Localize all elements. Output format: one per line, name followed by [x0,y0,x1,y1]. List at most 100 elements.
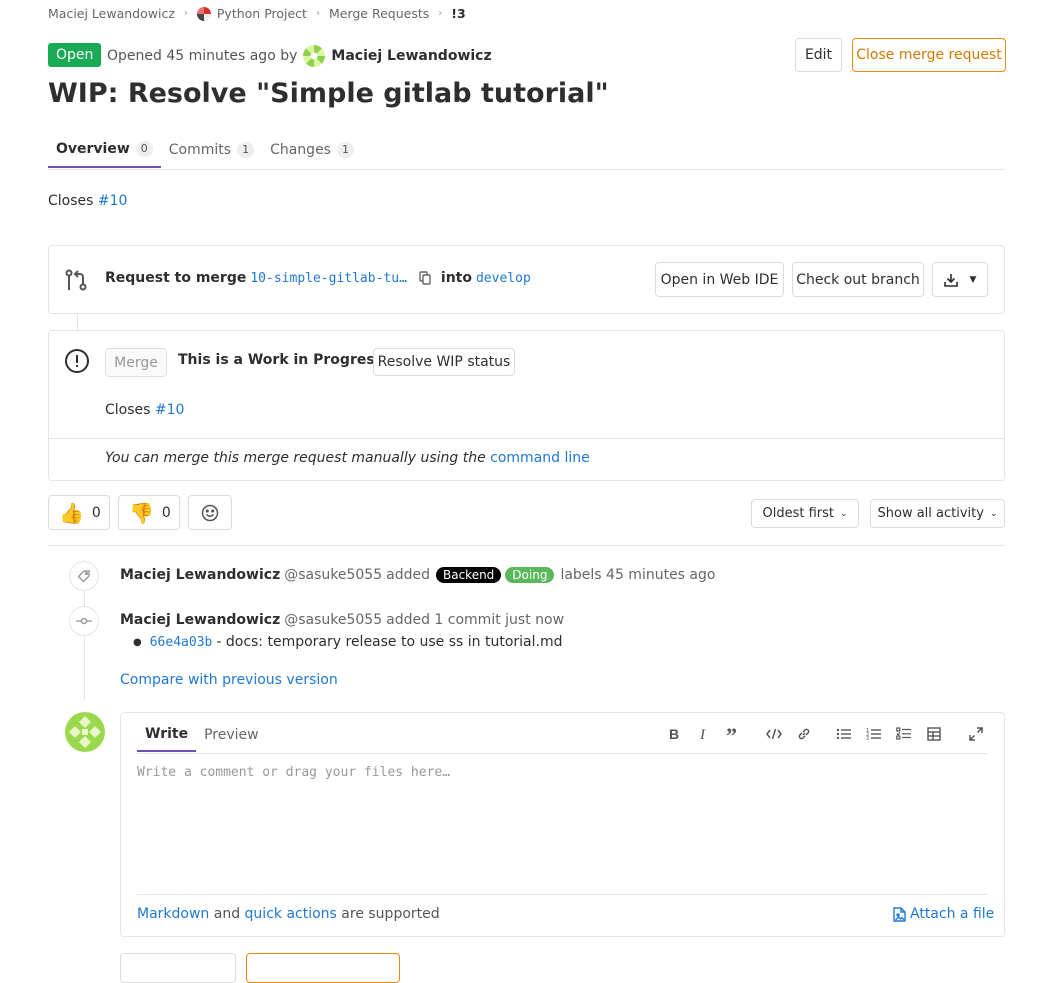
quote-icon[interactable]: ” [719,724,749,744]
code-icon[interactable] [759,724,789,744]
closes-text: Closes [48,193,94,209]
activity-filter-label: Show all activity [877,506,984,521]
label-badge[interactable]: Backend [435,567,502,583]
note-handle[interactable]: @sasuke5055 [284,612,382,628]
widget-divider [49,438,1004,439]
attach-file-button[interactable]: Attach a file [893,906,994,922]
opened-text: Opened 45 minutes ago by [107,48,298,64]
merge-button[interactable]: Merge [105,348,167,377]
breadcrumb-merge-requests[interactable]: Merge Requests [329,6,429,21]
fullscreen-icon[interactable] [961,724,991,744]
bold-icon[interactable]: B [659,724,689,744]
compare-versions-link[interactable]: Compare with previous version [120,672,338,688]
note-author[interactable]: Maciej Lewandowicz [120,567,280,583]
into-label: into [440,270,472,286]
target-branch-link[interactable]: develop [476,271,531,286]
tab-commits[interactable]: Commits 1 [161,132,262,168]
system-note-labels: Maciej Lewandowicz @sasuke5055 added Bac… [120,567,715,583]
tab-label: Commits [168,142,232,158]
check-out-branch-button[interactable]: Check out branch [792,262,924,297]
tab-write[interactable]: Write [137,718,197,752]
close-merge-request-button[interactable]: Close merge request [852,38,1006,72]
note-author[interactable]: Maciej Lewandowicz [120,612,280,628]
note-handle[interactable]: @sasuke5055 [284,567,382,583]
bullet-list-icon[interactable] [829,724,859,744]
smiley-icon [201,504,219,522]
tab-count: 1 [237,142,255,158]
closes-text: Closes [105,402,151,418]
commit-sha-link[interactable]: 66e4a03b [150,635,213,650]
warning-icon [64,348,90,378]
note-action: added [386,567,430,583]
breadcrumb-user[interactable]: Maciej Lewandowicz [48,6,175,21]
chevron-right-icon: › [183,8,188,19]
label-event-icon [69,561,99,591]
request-label: Request to merge [105,270,247,286]
close-merge-request-bottom-button[interactable] [246,953,400,983]
manual-merge-note: You can merge this merge request manuall… [105,450,590,466]
add-reaction-button[interactable] [188,495,232,530]
current-user-avatar[interactable] [65,712,105,752]
chevron-right-icon: › [438,8,443,19]
edit-button[interactable]: Edit [795,38,842,72]
tab-count: 0 [135,141,153,157]
wip-text: This is a Work in Progress [178,352,384,368]
download-icon [943,273,958,287]
command-line-link[interactable]: command line [490,450,590,466]
svg-text:I: I [699,727,706,741]
tab-label: Changes [270,142,331,158]
activity-filter-dropdown[interactable]: Show all activity ⌄ [870,499,1005,528]
editor-tab-divider [137,753,988,754]
svg-text:”: ” [726,727,737,741]
chevron-down-icon: ⌄ [839,508,848,519]
thumbs-down-icon: 👎 [129,500,154,525]
task-list-icon[interactable] [889,724,919,744]
chevron-right-icon: › [315,8,320,19]
numbered-list-icon[interactable]: 123 [859,724,889,744]
quick-actions-link[interactable]: quick actions [245,906,337,922]
breadcrumb-project[interactable]: Python Project [217,6,307,21]
system-note-commit: Maciej Lewandowicz @sasuke5055 added 1 c… [120,612,564,628]
manual-merge-text: You can merge this merge request manuall… [105,450,486,466]
editor-tabs: Write Preview [137,718,267,752]
status-badge: Open [48,43,102,67]
issue-link[interactable]: #10 [98,193,128,209]
markdown-link[interactable]: Markdown [137,906,209,922]
mr-description: Closes #10 [48,193,127,209]
comment-button[interactable] [120,953,236,983]
sort-order-dropdown[interactable]: Oldest first ⌄ [751,499,859,528]
author-avatar[interactable] [303,45,326,67]
copy-branch-icon[interactable] [419,271,431,285]
download-dropdown-button[interactable]: ▼ [932,262,988,297]
tab-count: 1 [336,142,354,158]
chevron-down-icon: ▼ [969,274,977,285]
comment-textarea[interactable]: Write a comment or drag your files here… [137,765,450,780]
thumbs-up-icon: 👍 [59,500,84,525]
resolve-wip-button[interactable]: Resolve WIP status [373,348,515,376]
svg-text:3: 3 [866,736,869,741]
italic-icon[interactable]: I [689,724,719,744]
commit-list-item: ● 66e4a03b - docs: temporary release to … [133,634,562,650]
thumbs-up-button[interactable]: 👍 0 [48,495,110,530]
note-suffix: labels 45 minutes ago [560,567,716,583]
link-icon[interactable] [789,724,819,744]
tab-preview[interactable]: Preview [196,718,267,752]
thumbs-down-button[interactable]: 👎 0 [118,495,180,530]
author-name[interactable]: Maciej Lewandowicz [331,48,491,64]
source-branch-link[interactable]: 10-simple-gitlab-tu… [250,271,407,286]
attach-file-label: Attach a file [910,906,995,922]
thumbs-up-count: 0 [91,504,101,521]
thumbs-down-count: 0 [161,504,171,521]
label-badge[interactable]: Doing [505,567,555,583]
sort-order-label: Oldest first [762,506,834,521]
breadcrumb-current[interactable]: !3 [451,6,465,21]
tab-overview[interactable]: Overview 0 [48,132,161,168]
open-web-ide-button[interactable]: Open in Web IDE [655,262,784,297]
tab-label: Overview [56,141,130,157]
tab-changes[interactable]: Changes 1 [262,132,362,168]
table-icon[interactable] [919,724,949,744]
issue-link[interactable]: #10 [155,402,185,418]
widget-closes: Closes #10 [105,402,184,418]
opened-info: Opened 45 minutes ago by Maciej Lewandow… [107,45,492,67]
commit-message: - docs: temporary release to use ss in t… [216,634,563,650]
